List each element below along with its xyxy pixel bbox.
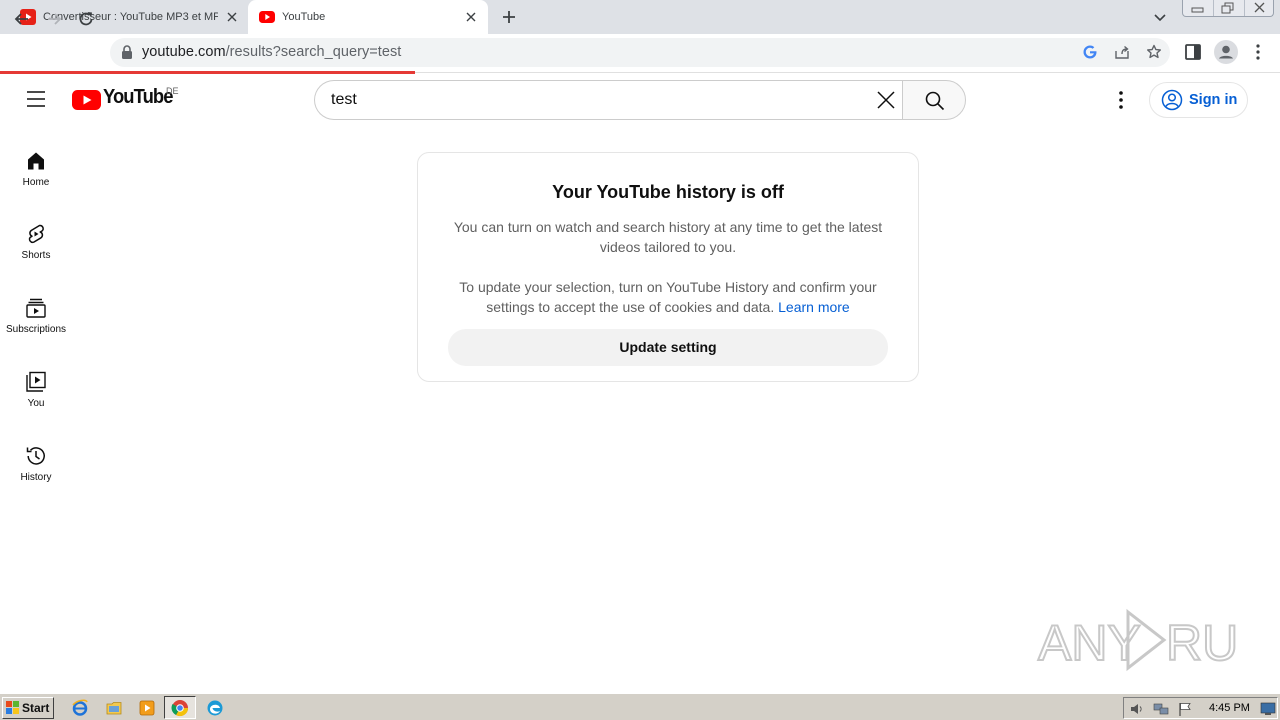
action-center-flag-icon[interactable] — [1177, 701, 1193, 717]
guide-label: Subscriptions — [5, 324, 67, 335]
chrome-icon — [171, 700, 189, 717]
url-text[interactable]: youtube.com/results?search_query=test — [142, 44, 401, 60]
you-icon — [26, 371, 46, 392]
windows-taskbar: Start 4:45 PM — [0, 693, 1280, 720]
sign-in-button[interactable]: Sign in — [1149, 82, 1248, 118]
file-explorer-icon[interactable] — [105, 699, 123, 717]
card-title: Your YouTube history is off — [552, 182, 784, 202]
network-icon[interactable] — [1153, 701, 1169, 717]
share-icon[interactable] — [1114, 44, 1130, 60]
media-player-icon[interactable] — [138, 699, 156, 717]
tab-search-chevron-icon[interactable] — [1153, 10, 1167, 24]
internet-explorer-icon[interactable] — [71, 699, 89, 717]
youtube-favicon-icon — [259, 11, 275, 23]
volume-icon[interactable] — [1129, 701, 1145, 717]
browser-tab-converter[interactable]: Convertisseur : YouTube MP3 et MP4 — [0, 0, 246, 34]
tab-title: Convertisseur : YouTube MP3 et MP4 — [43, 11, 218, 23]
search-input[interactable] — [331, 89, 851, 111]
learn-more-link[interactable]: Learn more — [778, 299, 850, 315]
browser-menu-icon[interactable] — [1249, 42, 1267, 62]
page-load-progress — [0, 71, 415, 74]
close-icon — [1254, 2, 1265, 13]
country-code: DE — [166, 86, 179, 96]
guide-item-shorts[interactable]: Shorts — [0, 223, 72, 297]
forward-arrow-icon[interactable] — [44, 9, 64, 29]
watermark-text-run: RUN — [1166, 615, 1236, 671]
card-body-1: You can turn on watch and search history… — [453, 219, 883, 255]
shorts-icon — [28, 224, 44, 244]
watermark-text-any: ANY — [1038, 615, 1141, 671]
clear-search-icon[interactable] — [874, 88, 898, 112]
guide-item-subscriptions[interactable]: Subscriptions — [0, 297, 72, 371]
close-tab-icon[interactable] — [464, 10, 478, 24]
toolbar-divider — [415, 72, 1280, 73]
minimize-button[interactable] — [1183, 0, 1213, 16]
system-tray — [1123, 697, 1278, 719]
anyrun-watermark: ANY RUN — [1037, 608, 1236, 672]
close-window-button[interactable] — [1244, 0, 1275, 16]
youtube-logo-icon[interactable] — [72, 90, 101, 110]
guide-label: You — [27, 398, 45, 409]
browser-tab-youtube[interactable]: YouTube — [248, 0, 488, 34]
restore-button[interactable] — [1213, 0, 1244, 16]
minimize-icon — [1191, 7, 1204, 13]
guide-item-history[interactable]: History — [0, 445, 72, 519]
lock-icon[interactable] — [121, 45, 133, 59]
google-lens-icon[interactable] — [1082, 44, 1098, 60]
sign-in-label: Sign in — [1189, 92, 1238, 108]
account-circle-icon — [1161, 89, 1183, 111]
history-off-card: Your YouTube history is off You can turn… — [417, 152, 919, 382]
restore-icon — [1221, 2, 1234, 14]
card-body-2: To update your selection, turn on YouTub… — [446, 277, 890, 317]
bookmark-star-icon[interactable] — [1146, 44, 1162, 60]
url-path: /results?search_query=test — [225, 44, 402, 60]
new-tab-icon[interactable] — [501, 9, 517, 25]
guide-label: Shorts — [21, 250, 51, 261]
show-desktop-icon[interactable] — [1260, 702, 1276, 716]
start-label: Start — [22, 701, 50, 715]
update-setting-button[interactable]: Update setting — [448, 329, 888, 366]
reload-icon[interactable] — [76, 9, 96, 29]
side-panel-icon[interactable] — [1184, 43, 1202, 61]
edge-icon[interactable] — [206, 699, 224, 717]
profile-avatar-icon[interactable] — [1214, 40, 1238, 64]
search-icon — [925, 91, 945, 111]
windows-logo-icon — [6, 701, 19, 714]
settings-more-icon[interactable] — [1110, 88, 1132, 112]
guide-label: History — [20, 472, 52, 483]
back-arrow-icon[interactable] — [12, 9, 32, 29]
guide-label: Home — [22, 177, 50, 188]
taskbar-chrome-button[interactable] — [164, 696, 196, 719]
youtube-logo-text[interactable]: YouTube — [103, 86, 173, 109]
url-host: youtube.com — [142, 44, 226, 60]
window-controls — [1182, 0, 1274, 17]
history-icon — [26, 447, 45, 465]
taskbar-clock[interactable]: 4:45 PM — [1209, 702, 1250, 714]
home-icon — [28, 152, 44, 170]
tab-title: YouTube — [282, 11, 326, 23]
guide-item-home[interactable]: Home — [0, 150, 72, 224]
close-tab-icon[interactable] — [225, 10, 239, 24]
search-button[interactable] — [902, 80, 966, 120]
guide-item-you[interactable]: You — [0, 371, 72, 445]
start-button[interactable]: Start — [2, 697, 54, 719]
guide-menu-icon[interactable] — [26, 90, 46, 108]
subscriptions-icon — [26, 298, 46, 318]
